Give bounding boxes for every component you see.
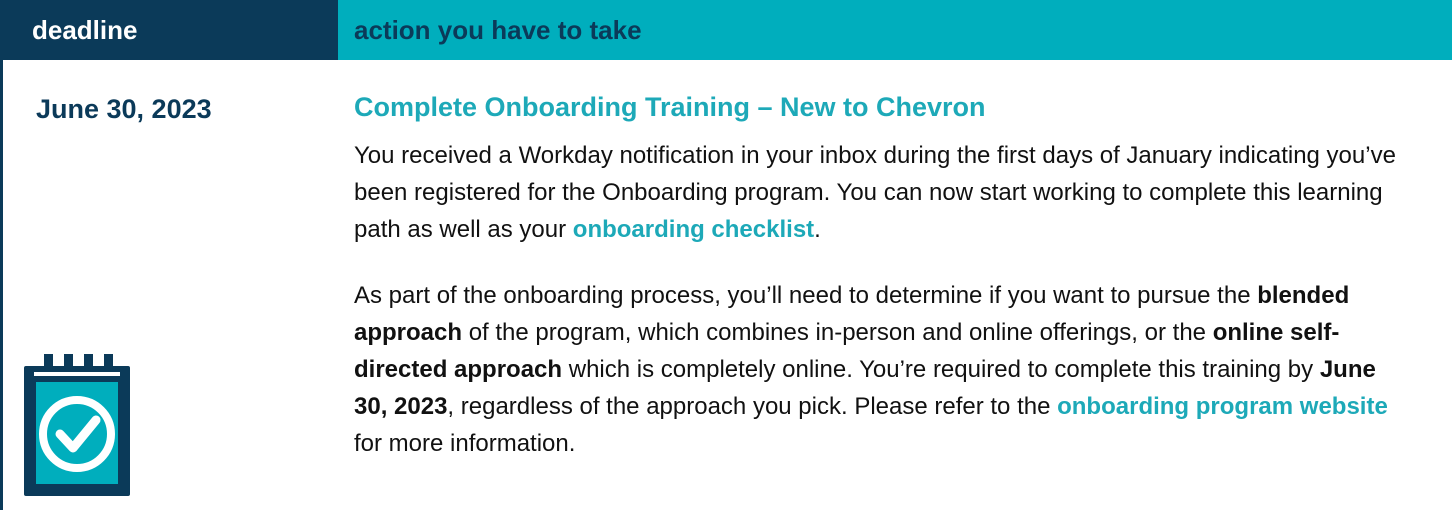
paragraph-approach: As part of the onboarding process, you’l…	[354, 277, 1414, 462]
deadline-column-header: deadline	[0, 0, 338, 60]
paragraph-text: As part of the onboarding process, you’l…	[354, 282, 1258, 309]
paragraph-text: of the program, which combines in-person…	[462, 319, 1213, 346]
action-title: Complete Onboarding Training – New to Ch…	[354, 92, 986, 122]
calendar-check-icon	[24, 354, 130, 496]
table-header: deadline action you have to take	[0, 0, 1452, 60]
paragraph-text: , regardless of the approach you pick. P…	[447, 393, 1058, 420]
table-left-border	[0, 60, 3, 510]
action-content: Complete Onboarding Training – New to Ch…	[354, 92, 1414, 462]
deadline-date: June 30, 2023	[36, 94, 212, 124]
paragraph-text: for more information.	[354, 430, 576, 457]
paragraph-text: .	[814, 216, 821, 243]
paragraph-text: which is completely online. You’re requi…	[562, 356, 1320, 383]
onboarding-program-website-link[interactable]: onboarding program website	[1057, 393, 1388, 420]
paragraph-text: You received a Workday notification in y…	[354, 142, 1396, 243]
onboarding-checklist-link[interactable]: onboarding checklist	[573, 216, 814, 243]
paragraph-registration: You received a Workday notification in y…	[354, 137, 1414, 248]
action-column-header: action you have to take	[338, 0, 1452, 60]
